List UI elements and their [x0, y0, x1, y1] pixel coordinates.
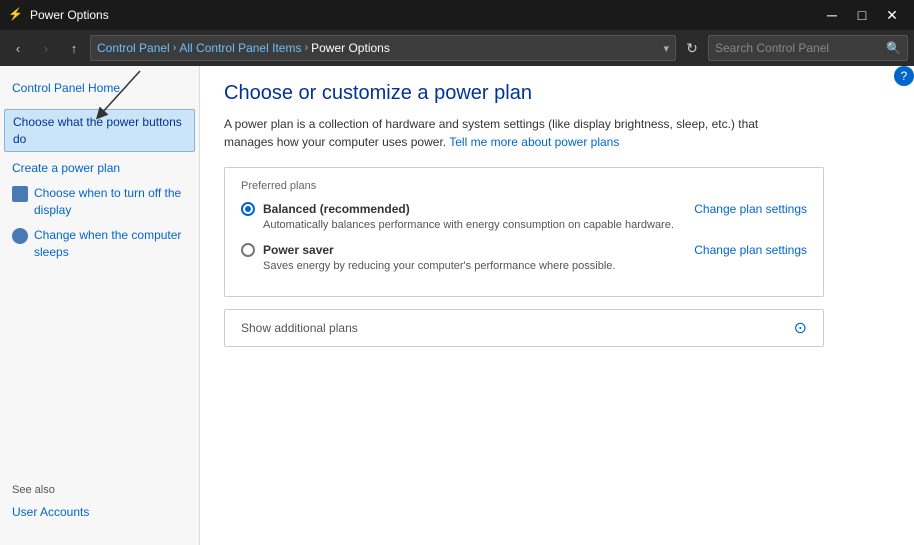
plan-power-saver-name-row: Power saver: [241, 243, 682, 257]
search-box: 🔍: [708, 35, 908, 61]
monitor-icon: [12, 186, 28, 202]
sidebar-bottom: See also User Accounts: [0, 474, 199, 535]
main-area: Control Panel Home Choose what the power…: [0, 66, 914, 545]
sleep-icon: [12, 228, 28, 244]
see-also-label: See also: [12, 484, 187, 496]
address-bar: ‹ › ↑ Control Panel › All Control Panel …: [0, 30, 914, 66]
show-additional-text: Show additional plans: [241, 321, 794, 335]
sidebar-create-plan[interactable]: Create a power plan: [0, 156, 199, 181]
sidebar-power-buttons[interactable]: Choose what the power buttons do: [4, 109, 195, 153]
back-button[interactable]: ‹: [6, 36, 30, 60]
plan-power-saver-row: Power saver Saves energy by reducing you…: [241, 243, 807, 272]
title-bar: ⚡ Power Options ─ □ ✕: [0, 0, 914, 30]
address-dropdown-arrow[interactable]: ▾: [663, 42, 669, 55]
minimize-button[interactable]: ─: [818, 4, 846, 26]
sidebar: Control Panel Home Choose what the power…: [0, 66, 200, 545]
window-title: Power Options: [30, 8, 818, 22]
plan-power-saver-desc: Saves energy by reducing your computer's…: [241, 260, 682, 272]
path-all-items[interactable]: All Control Panel Items: [179, 41, 301, 55]
plan-power-saver-name: Power saver: [263, 243, 334, 257]
content-area: ? Choose or customize a power plan A pow…: [200, 66, 914, 545]
sidebar-sleep[interactable]: Change when the computer sleeps: [0, 223, 199, 265]
plan-balanced-name: Balanced (recommended): [263, 202, 410, 216]
sidebar-control-panel-home[interactable]: Control Panel Home: [0, 76, 199, 101]
plan-balanced-info: Balanced (recommended) Automatically bal…: [241, 202, 682, 231]
preferred-plans-section: Preferred plans Balanced (recommended) A…: [224, 167, 824, 297]
preferred-plans-label: Preferred plans: [241, 180, 807, 192]
sidebar-turn-off-display[interactable]: Choose when to turn off the display: [0, 181, 199, 223]
expand-icon: ⊙: [794, 318, 807, 338]
plan-power-saver-info: Power saver Saves energy by reducing you…: [241, 243, 682, 272]
sidebar-user-accounts[interactable]: User Accounts: [12, 500, 187, 525]
plan-balanced-row: Balanced (recommended) Automatically bal…: [241, 202, 807, 231]
path-current: Power Options: [311, 41, 390, 55]
content-title: Choose or customize a power plan: [224, 82, 890, 105]
search-icon: 🔍: [886, 41, 901, 55]
show-additional-plans[interactable]: Show additional plans ⊙: [224, 309, 824, 347]
change-plan-power-saver-link[interactable]: Change plan settings: [694, 243, 807, 257]
refresh-button[interactable]: ↻: [680, 36, 704, 60]
search-input[interactable]: [715, 41, 886, 55]
learn-more-link[interactable]: Tell me more about power plans: [449, 135, 619, 149]
help-button[interactable]: ?: [894, 66, 914, 86]
path-control-panel[interactable]: Control Panel: [97, 41, 170, 55]
plan-balanced-name-row: Balanced (recommended): [241, 202, 682, 216]
maximize-button[interactable]: □: [848, 4, 876, 26]
plan-balanced-desc: Automatically balances performance with …: [241, 219, 682, 231]
forward-button[interactable]: ›: [34, 36, 58, 60]
plan-power-saver-radio[interactable]: [241, 243, 255, 257]
address-path: Control Panel › All Control Panel Items …: [90, 35, 676, 61]
app-icon: ⚡: [8, 7, 24, 23]
plan-balanced-radio[interactable]: [241, 202, 255, 216]
close-button[interactable]: ✕: [878, 4, 906, 26]
content-description: A power plan is a collection of hardware…: [224, 115, 804, 151]
up-button[interactable]: ↑: [62, 36, 86, 60]
change-plan-balanced-link[interactable]: Change plan settings: [694, 202, 807, 216]
window-controls: ─ □ ✕: [818, 4, 906, 26]
